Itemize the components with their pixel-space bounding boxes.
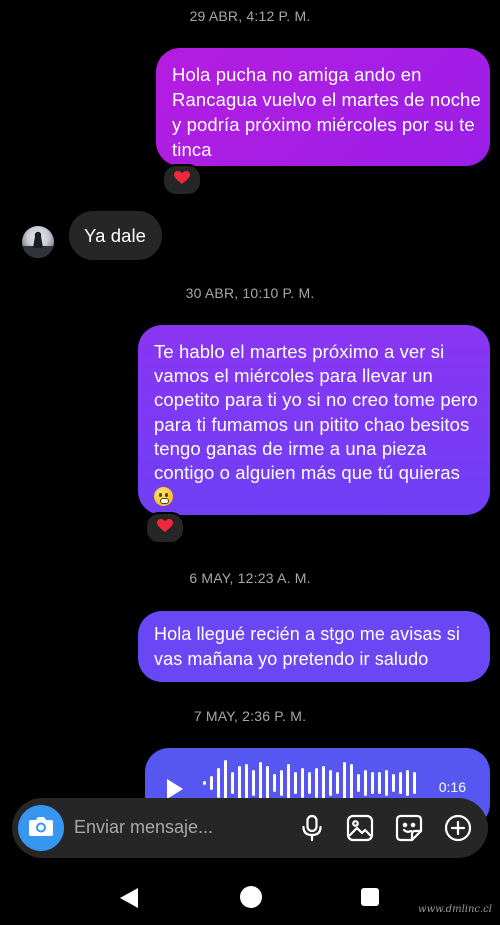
timestamp: 29 ABR, 4:12 P. M. (189, 8, 311, 24)
outgoing-message[interactable]: Hola llegué recién a stgo me avisas si v… (138, 611, 490, 682)
heart-reaction-icon (157, 518, 173, 538)
timestamp: 30 ABR, 10:10 P. M. (185, 285, 315, 301)
plus-circle-icon[interactable] (444, 814, 472, 842)
recents-icon[interactable] (361, 888, 379, 906)
message-text: Hola llegué recién a stgo me avisas si v… (154, 624, 460, 669)
camera-button[interactable] (18, 805, 64, 851)
reaction-badge[interactable] (162, 164, 202, 196)
back-icon[interactable] (120, 888, 138, 908)
message-input[interactable]: Enviar mensaje... (74, 817, 213, 838)
navigation-bar (0, 866, 500, 925)
sticker-icon[interactable] (395, 814, 423, 842)
gallery-icon[interactable] (346, 814, 374, 842)
incoming-message[interactable]: Ya dale (69, 211, 162, 260)
reaction-badge[interactable] (145, 512, 185, 544)
message-text: Ya dale (84, 225, 147, 246)
microphone-icon[interactable] (298, 814, 326, 842)
home-icon[interactable] (240, 886, 262, 908)
timestamp: 7 MAY, 2:36 P. M. (193, 708, 307, 724)
voice-duration: 0:16 (438, 779, 466, 795)
timestamp: 6 MAY, 12:23 A. M. (189, 570, 311, 586)
message-text: Te hablo el martes próximo a ver si vamo… (154, 341, 478, 484)
outgoing-message[interactable]: Te hablo el martes próximo a ver si vamo… (138, 325, 490, 515)
camera-icon (28, 815, 54, 842)
shushing-face-emoji-icon (154, 487, 173, 507)
avatar[interactable] (22, 226, 54, 258)
watermark: www.dmlinc.cl (418, 904, 492, 915)
message-composer: Enviar mensaje... (12, 798, 488, 858)
message-text: Hola pucha no amiga ando en Rancagua vue… (172, 64, 481, 160)
play-icon[interactable] (167, 779, 183, 799)
outgoing-message[interactable]: Hola pucha no amiga ando en Rancagua vue… (156, 48, 490, 166)
heart-reaction-icon (174, 170, 190, 190)
